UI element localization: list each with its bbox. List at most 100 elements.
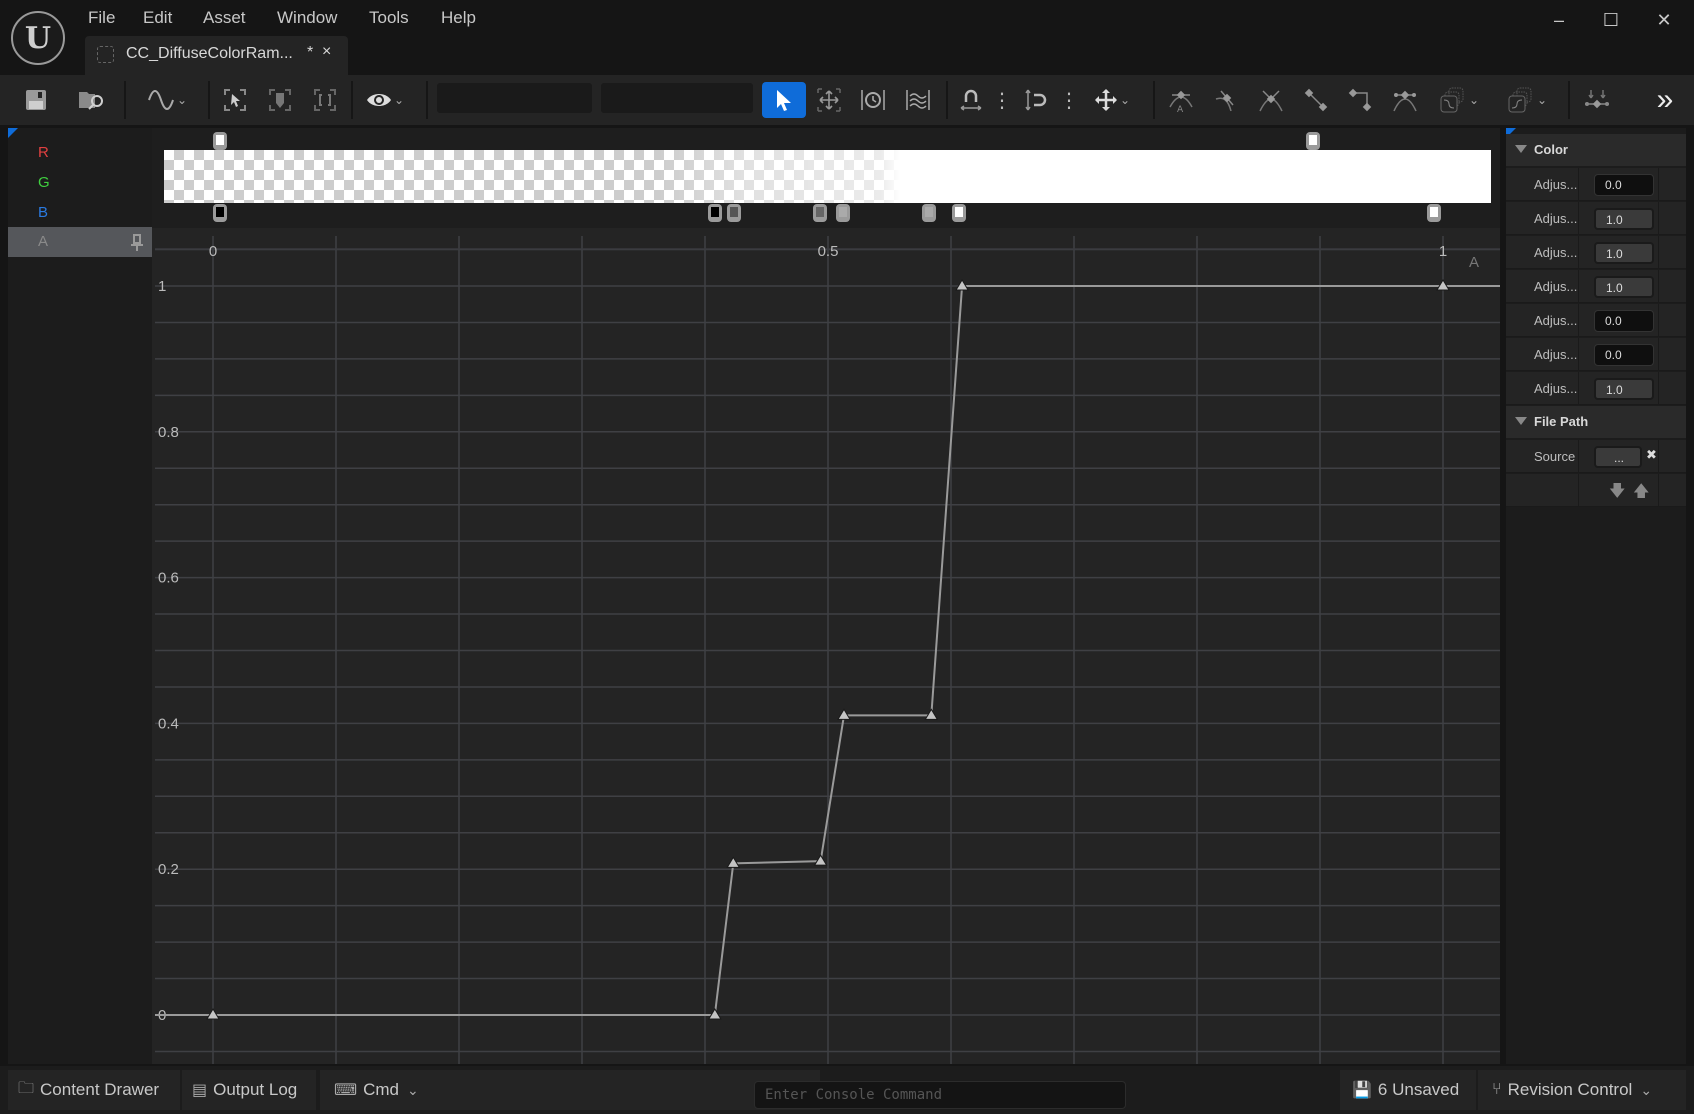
asset-tab[interactable]: CC_DiffuseColorRam... * × [85, 36, 348, 75]
property-row: Source... ✖ [1506, 440, 1686, 473]
unsaved-button[interactable]: 💾 6 Unsaved [1340, 1070, 1476, 1110]
interp-constant-button[interactable] [1345, 82, 1375, 118]
cmd-dropdown[interactable]: Cmd [363, 1080, 399, 1100]
more-toolbar-button[interactable]: » [1648, 82, 1682, 118]
color-stop-handle[interactable] [812, 204, 827, 222]
browse-asset-button[interactable] [72, 82, 112, 118]
gradient-preview-bar[interactable] [164, 150, 1491, 203]
color-stop-handle[interactable] [952, 204, 967, 222]
property-label: Adjus... [1534, 245, 1578, 260]
color-stop-handle[interactable] [1427, 204, 1441, 222]
frame-all-icon [314, 89, 336, 111]
tangent-user-button[interactable] [1211, 82, 1241, 118]
curve-view-dropdown[interactable]: ⌄ [142, 82, 192, 118]
property-value-input[interactable]: 0.0 [1594, 310, 1654, 332]
title-bar: U File Edit Asset Window Tools Help CC_D… [0, 0, 1694, 75]
minimize-button[interactable]: – [1539, 6, 1579, 34]
alpha-stop-handle[interactable] [1305, 132, 1320, 150]
source-browse-button[interactable]: ... [1594, 446, 1642, 468]
close-button[interactable]: ✕ [1644, 6, 1684, 34]
alpha-stop-handle[interactable] [213, 132, 227, 150]
channel-r[interactable]: R [8, 138, 152, 168]
revision-control-button[interactable]: ⑂ Revision Control ⌄ [1478, 1070, 1686, 1110]
menu-tools[interactable]: Tools [369, 8, 409, 28]
interp-constant-icon [1348, 88, 1372, 112]
time-value-field[interactable] [437, 83, 592, 113]
content-drawer-button[interactable]: 🗀 Content Drawer [8, 1070, 180, 1110]
axis-snap-dropdown[interactable]: ⌄ [1088, 82, 1136, 118]
frame-all-button[interactable] [311, 82, 339, 118]
retime-tool-icon [861, 90, 885, 110]
chevron-down-icon: ⌄ [1119, 93, 1131, 107]
color-stop-handle[interactable] [708, 204, 723, 222]
menu-help[interactable]: Help [441, 8, 476, 28]
tangent-auto-icon: A [1169, 90, 1193, 113]
property-value-input[interactable]: 1.0 [1594, 378, 1654, 400]
tab-label: CC_DiffuseColorRam... [126, 45, 293, 62]
chevron-down-icon: ⌄ [176, 93, 188, 107]
snap-value-button[interactable] [1021, 82, 1051, 118]
unsaved-files-icon: 💾 [1352, 1082, 1372, 1099]
property-value-input[interactable]: 0.0 [1594, 344, 1654, 366]
post-infinity-dropdown[interactable]: ⌄ [1502, 82, 1552, 118]
property-value-input[interactable]: 1.0 [1594, 242, 1654, 264]
transform-tool-button[interactable] [814, 82, 844, 118]
clear-source-icon[interactable]: ✖ [1646, 447, 1657, 463]
color-stop-handle[interactable] [921, 204, 936, 222]
snap-time-button[interactable] [956, 82, 986, 118]
tangent-weighted-button[interactable] [1390, 82, 1420, 118]
snap-time-options[interactable]: ⋮ [992, 82, 1012, 118]
channel-a[interactable]: A [8, 227, 152, 257]
channel-b[interactable]: B [8, 198, 152, 228]
save-icon [26, 90, 46, 110]
maximize-icon: ☐ [1602, 9, 1620, 30]
toolbar: ⌄ ⌄ ⋮ ⋮ ⌄ A ⌄ ⌄ » [0, 75, 1694, 125]
maximize-button[interactable]: ☐ [1591, 6, 1631, 34]
tab-close-icon[interactable]: × [322, 43, 331, 61]
save-button[interactable] [18, 82, 54, 118]
frame-selection-button[interactable] [221, 82, 249, 118]
chevron-down-icon[interactable]: ⌄ [407, 1082, 419, 1099]
output-log-button[interactable]: ▤ Output Log [182, 1070, 316, 1110]
visibility-dropdown[interactable]: ⌄ [362, 82, 408, 118]
visibility-eye-icon [366, 94, 391, 106]
retime-tool-button[interactable] [858, 82, 888, 118]
flatten-tangents-button[interactable] [1580, 82, 1614, 118]
snap-value-options[interactable]: ⋮ [1059, 82, 1079, 118]
interp-linear-button[interactable] [1301, 82, 1331, 118]
tangent-break-button[interactable] [1256, 82, 1286, 118]
pin-icon[interactable] [131, 233, 143, 251]
menu-edit[interactable]: Edit [143, 8, 172, 28]
color-stop-handle[interactable] [835, 204, 850, 222]
toolbar-separator [426, 81, 428, 119]
chevron-down-icon: ⌄ [393, 93, 405, 107]
curve-editor[interactable] [152, 128, 1500, 1064]
menu-asset[interactable]: Asset [203, 8, 246, 28]
output-log-icon: ▤ [192, 1082, 208, 1099]
section-header-color[interactable]: Color [1506, 134, 1686, 166]
channel-g[interactable]: G [8, 168, 152, 198]
toolbar-separator [946, 81, 948, 119]
property-value-input[interactable]: 1.0 [1594, 276, 1654, 298]
color-stop-handle[interactable] [726, 204, 741, 222]
double-chevron-right-icon: » [1656, 83, 1674, 116]
unreal-logo-icon[interactable]: U [11, 11, 65, 65]
frame-pinned-button[interactable] [266, 82, 294, 118]
toolbar-separator [1568, 81, 1570, 119]
property-value-input[interactable]: 0.0 [1594, 174, 1654, 196]
move-down-icon[interactable]: 🡇 [1609, 480, 1625, 507]
minimize-icon: – [1553, 9, 1564, 30]
color-stop-handle[interactable] [213, 204, 227, 222]
move-up-icon[interactable]: 🡅 [1633, 480, 1649, 507]
key-value-field[interactable] [601, 83, 753, 113]
pre-infinity-dropdown[interactable]: ⌄ [1434, 82, 1484, 118]
console-input[interactable] [754, 1081, 1126, 1109]
section-header-file-path[interactable]: File Path [1506, 406, 1686, 438]
property-value-input[interactable]: 1.0 [1594, 208, 1654, 230]
tangent-auto-button[interactable]: A [1166, 82, 1196, 118]
multi-scale-tool-button[interactable] [903, 82, 933, 118]
select-tool-button[interactable] [762, 82, 806, 118]
interp-linear-icon [1304, 88, 1328, 112]
menu-window[interactable]: Window [277, 8, 337, 28]
menu-file[interactable]: File [88, 8, 115, 28]
